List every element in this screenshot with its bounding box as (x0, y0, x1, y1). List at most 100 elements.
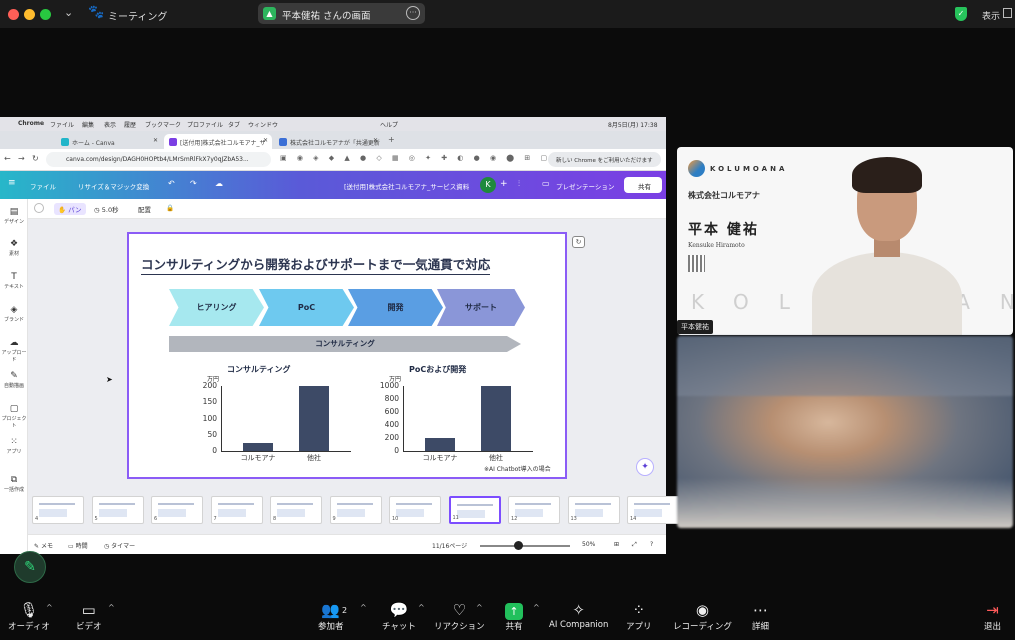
chrome-update-button[interactable]: 新しい Chrome をご利用いただけます (548, 152, 661, 167)
share-button[interactable]: 共有 (624, 177, 662, 193)
magic-assistant-icon[interactable]: ✦ (636, 458, 654, 476)
sidebar-item-design[interactable]: ▤ デザイン (0, 207, 28, 225)
close-tab-icon[interactable]: ✕ (263, 137, 268, 144)
share-screen-button[interactable]: ↑ 共有 (505, 600, 523, 632)
recording-button[interactable]: ◉ レコーディング (673, 600, 732, 632)
page-thumbnail[interactable]: 7 (210, 496, 263, 524)
chat-options-chevron-icon[interactable]: ^ (418, 603, 425, 612)
page-thumbnail[interactable]: 5 (91, 496, 144, 524)
menu-history[interactable]: 履歴 (124, 120, 136, 129)
reactions-options-chevron-icon[interactable]: ^ (476, 603, 483, 612)
reload-icon[interactable]: ↻ (32, 154, 39, 163)
menu-profile[interactable]: プロファイル (187, 120, 223, 129)
page-thumbnail[interactable]: 14 (627, 496, 679, 524)
menu-help[interactable]: ヘルプ (380, 120, 398, 129)
video-options-chevron-icon[interactable]: ^ (108, 603, 115, 612)
page-thumbnail[interactable]: 6 (151, 496, 203, 524)
share-options-chevron-icon[interactable]: ^ (533, 603, 540, 612)
arrange-button[interactable]: 配置 (138, 204, 151, 214)
page-thumbnail[interactable]: 4 (32, 496, 84, 524)
minimize-window-button[interactable] (24, 9, 35, 20)
menu-edit[interactable]: 編集 (82, 120, 94, 129)
undo-icon[interactable]: ↶ (168, 179, 175, 188)
grid-view-icon[interactable]: ⊞ (614, 541, 619, 548)
video-button[interactable]: ▭ ビデオ (76, 600, 102, 632)
color-picker-icon[interactable] (34, 203, 44, 213)
view-button[interactable]: 表示 (982, 9, 1000, 22)
menu-tab[interactable]: タブ (228, 120, 240, 129)
address-bar[interactable]: canva.com/design/DAGH0HOPtb4/LMrSmRlFkX7… (46, 152, 271, 167)
close-window-button[interactable] (8, 9, 19, 20)
leave-button[interactable]: ⇥ 退出 (984, 600, 1001, 632)
participant-video-speaker[interactable]: KOLUMOANA 株式会社コルモアナ 平本 健祐 Kensuke Hiramo… (677, 147, 1013, 335)
page-thumbnail[interactable]: 12 (508, 496, 560, 524)
menu-file[interactable]: ファイル (50, 120, 74, 129)
resize-magic-button[interactable]: リサイズ＆マジック変換 (78, 181, 149, 191)
avatar[interactable]: K (480, 177, 496, 193)
comment-icon[interactable]: ↻ (572, 236, 585, 248)
page-thumbnail[interactable]: 13 (567, 496, 620, 524)
apps-button[interactable]: ⁘ アプリ (626, 600, 652, 632)
tab-canva-home[interactable]: ホーム - Canva ✕ (56, 134, 162, 149)
pan-button[interactable]: ✋ パン (54, 203, 86, 215)
menu-window[interactable]: ウィンドウ (248, 120, 278, 129)
audio-options-chevron-icon[interactable]: ^ (46, 603, 53, 612)
audio-button[interactable]: 🎙 オーディオ (8, 600, 50, 632)
menu-chrome[interactable]: Chrome (18, 120, 44, 127)
canva-file-menu[interactable]: ファイル (30, 181, 56, 191)
close-tab-icon[interactable]: ✕ (153, 137, 158, 144)
analytics-icon[interactable]: ⫶ (518, 179, 520, 189)
tab-canva-design[interactable]: [送付用]株式会社コルモアナ_サ ✕ (164, 134, 272, 149)
back-icon[interactable]: ← (4, 154, 11, 163)
page-thumbnail[interactable]: 9 (329, 496, 382, 524)
screen-share-indicator[interactable]: ▲ 平本健祐 さんの画面 ··· (258, 3, 425, 24)
notes-button[interactable]: ✎ メモ (34, 541, 53, 550)
page-thumbnail[interactable]: 8 (270, 496, 322, 524)
timer-button[interactable]: ◷ タイマー (104, 541, 135, 550)
view-layout-icon[interactable] (1003, 8, 1012, 18)
sidebar-item-elements[interactable]: ❖ 素材 (0, 239, 28, 257)
sidebar-item-projects[interactable]: ▢ プロジェクト (0, 404, 28, 429)
new-tab-icon[interactable]: + (388, 135, 395, 144)
chevron-down-icon[interactable]: ⌄ (64, 6, 73, 19)
sidebar-item-brand[interactable]: ◈ ブランド (0, 305, 28, 323)
menu-hamburger-icon[interactable]: ≡ (8, 178, 16, 188)
sidebar-item-upload[interactable]: ☁ アップロード (0, 338, 28, 363)
duration-button[interactable]: ◷ 5.0秒 (94, 204, 119, 214)
sidebar-item-text[interactable]: T テキスト (0, 272, 28, 290)
close-tab-icon[interactable]: ✕ (373, 137, 378, 144)
zoom-slider-handle[interactable] (514, 541, 523, 550)
chat-button[interactable]: 💬 チャット (382, 600, 416, 632)
add-collaborator-icon[interactable]: + (500, 179, 508, 189)
lock-icon[interactable]: 🔒 (166, 204, 174, 212)
more-options-icon[interactable]: ··· (406, 6, 420, 20)
present-icon[interactable]: ▭ (542, 179, 550, 188)
sidebar-item-draw[interactable]: ✎ 自動描画 (0, 371, 28, 389)
details-button[interactable]: ⋯ 詳細 (752, 600, 769, 632)
extensions-icon[interactable]: ▣ ◉ ◈ ◆ ▲ ● ◇ ▦ ◎ ✦ ✚ ◐ ● ◉ ⬤ ⊞ ▢ (280, 154, 551, 162)
zoom-slider[interactable] (480, 545, 570, 547)
menu-bookmarks[interactable]: ブックマーク (145, 120, 181, 129)
annotate-pen-icon[interactable]: ✎ (14, 551, 46, 583)
fullscreen-icon[interactable]: ⤢ (632, 541, 637, 549)
page-thumbnail[interactable]: 10 (389, 496, 441, 524)
encryption-shield-icon[interactable]: ✓ (955, 7, 967, 21)
sidebar-item-apps[interactable]: ⁙ アプリ (0, 437, 28, 455)
help-icon[interactable]: ? (650, 541, 653, 548)
participants-button[interactable]: 👥 参加者 (318, 600, 344, 632)
page-indicator[interactable]: 11/16ページ (432, 541, 467, 550)
menu-view[interactable]: 表示 (104, 120, 116, 129)
document-title[interactable]: [送付用]株式会社コルモアナ_サービス資料 (344, 181, 469, 191)
zoom-level[interactable]: 50% (582, 541, 595, 548)
participants-options-chevron-icon[interactable]: ^ (360, 603, 367, 612)
redo-icon[interactable]: ↷ (190, 179, 197, 188)
page-thumbnail[interactable]: 11 (448, 496, 501, 524)
maximize-window-button[interactable] (40, 9, 51, 20)
ai-companion-button[interactable]: ✧ AI Companion (549, 600, 608, 630)
present-button[interactable]: プレゼンテーション (556, 181, 614, 191)
time-button[interactable]: ▭ 時間 (68, 541, 88, 550)
forward-icon[interactable]: → (18, 154, 25, 163)
slide-canvas[interactable]: コンサルティングから開発およびサポートまで一気通貫で対応 ヒアリング PoC 開… (127, 232, 567, 479)
participant-video-blurred[interactable] (677, 336, 1013, 528)
tab-press[interactable]: 株式会社コルモアナが「共通更新 ✕ (274, 134, 382, 149)
